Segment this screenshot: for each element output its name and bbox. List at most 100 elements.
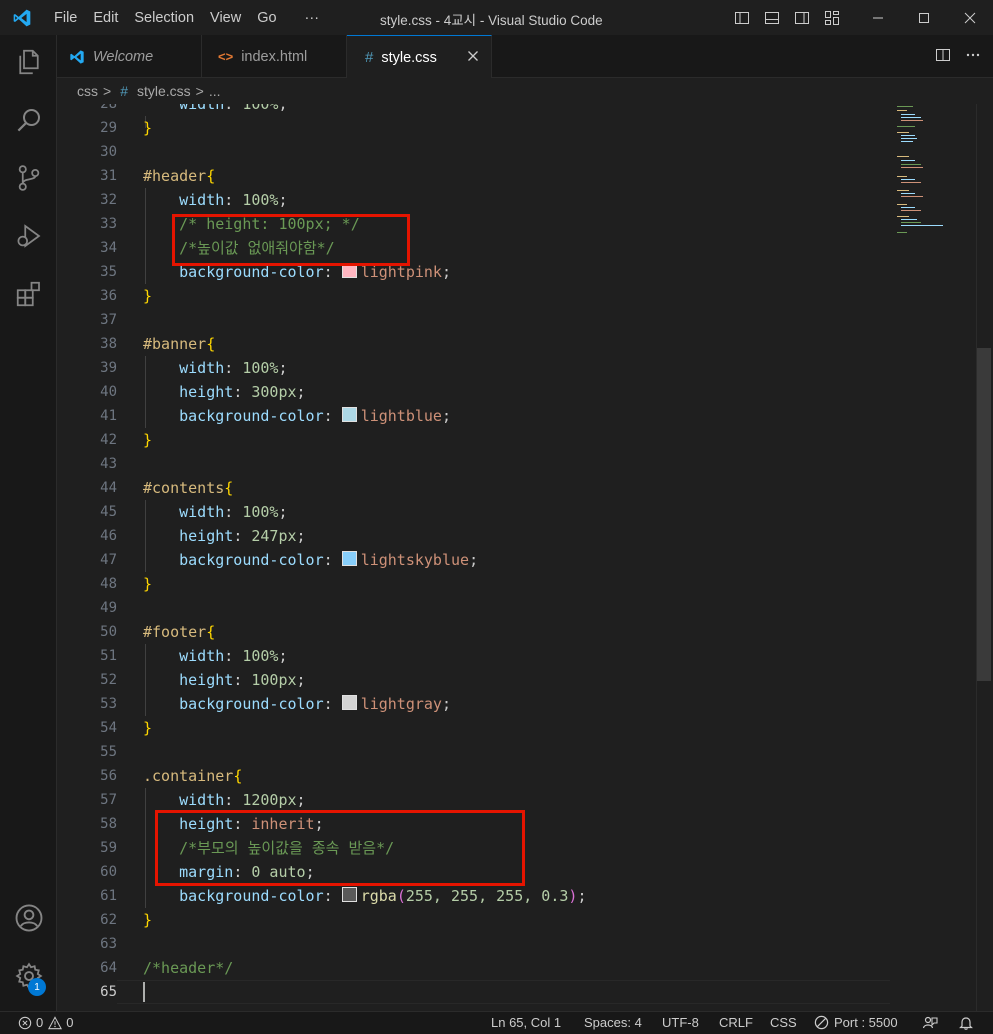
css-hash-icon: # (365, 49, 374, 66)
line-number: 41 (100, 408, 117, 424)
code-line: #contents{ (143, 479, 234, 497)
source-control-icon[interactable] (14, 163, 44, 193)
code-line: width: 100%; (179, 191, 288, 209)
line-number: 46 (100, 528, 117, 544)
live-server-port[interactable]: Port : 5500 (814, 1015, 898, 1030)
code-line: background-color: lightskyblue; (179, 551, 479, 569)
code-line: width: 100%; (179, 647, 288, 665)
no-entry-icon (814, 1015, 829, 1030)
menu-view[interactable]: View (202, 10, 249, 26)
customize-layout-icon[interactable] (824, 10, 840, 26)
minimize-icon (873, 17, 883, 18)
menu-go[interactable]: Go (249, 10, 284, 26)
explorer-icon[interactable] (14, 47, 44, 77)
editor-actions (935, 47, 981, 63)
split-editor-icon[interactable] (935, 47, 951, 63)
code-line: /*header*/ (143, 959, 234, 977)
run-debug-icon[interactable] (14, 221, 44, 251)
cursor-position[interactable]: Ln 65, Col 1 (491, 1015, 561, 1030)
notifications-bell-icon[interactable] (958, 1015, 974, 1031)
toggle-primary-sidebar-icon[interactable] (734, 10, 750, 26)
window-title: style.css - 4교시 - Visual Studio Code (380, 13, 603, 28)
code-line: #header{ (143, 167, 216, 185)
more-actions-icon[interactable] (965, 47, 981, 63)
line-endings[interactable]: CRLF (719, 1015, 753, 1030)
toggle-panel-icon[interactable] (764, 10, 780, 26)
line-number: 35 (100, 264, 117, 280)
menu-more[interactable]: ··· (297, 10, 328, 26)
chevron-right-icon: > (103, 83, 112, 99)
minimize-button[interactable] (855, 0, 901, 35)
line-number: 56 (100, 768, 117, 784)
line-number: 37 (100, 312, 117, 328)
line-number: 38 (100, 336, 117, 352)
tab-style-css[interactable]: # style.css (347, 35, 492, 79)
search-icon[interactable] (14, 105, 44, 135)
feedback-icon[interactable] (922, 1015, 938, 1031)
tab-label: style.css (381, 49, 437, 66)
color-swatch-lightblue[interactable] (341, 407, 357, 422)
line-number: 33 (100, 216, 117, 232)
code-line: } (143, 911, 153, 929)
line-number: 52 (100, 672, 117, 688)
highlight-box-header-comment (172, 214, 410, 266)
error-icon (18, 1016, 32, 1029)
color-swatch-lightskyblue[interactable] (341, 551, 357, 566)
minimap[interactable] (895, 104, 955, 244)
language-mode[interactable]: CSS (770, 1015, 797, 1030)
line-number: 47 (100, 552, 117, 568)
encoding[interactable]: UTF-8 (662, 1015, 699, 1030)
tab-index-html[interactable]: <> index.html (202, 35, 347, 78)
close-tab-icon[interactable] (465, 48, 481, 64)
menu-edit[interactable]: Edit (85, 10, 126, 26)
line-number: 50 (100, 624, 117, 640)
breadcrumb-folder[interactable]: css (77, 83, 98, 99)
close-window-button[interactable] (947, 0, 993, 35)
line-number: 32 (100, 192, 117, 208)
code-line: } (143, 119, 153, 137)
html-icon: <> (218, 49, 234, 64)
vscode-logo-icon (13, 9, 31, 26)
vscode-icon (70, 49, 84, 64)
indentation[interactable]: Spaces: 4 (584, 1015, 642, 1030)
code-line: background-color: lightgray; (179, 695, 451, 713)
code-line: width: 1200px; (179, 791, 306, 809)
tab-welcome[interactable]: Welcome (57, 35, 202, 78)
breadcrumb: css > # style.css > ... (57, 78, 993, 104)
problems-indicator[interactable]: 0 0 (18, 1015, 73, 1030)
settings-badge: 1 (28, 978, 46, 996)
code-line: } (143, 719, 153, 737)
line-number: 61 (100, 888, 117, 904)
line-number-gutter: 28 29 30 31 32 33 34 35 36 37 38 39 40 4… (57, 104, 117, 1004)
code-line-current (143, 980, 586, 1004)
code-editor[interactable]: 28 29 30 31 32 33 34 35 36 37 38 39 40 4… (57, 104, 993, 1011)
color-swatch-lightgray[interactable] (341, 695, 357, 710)
account-icon[interactable] (14, 903, 44, 933)
color-swatch-rgba[interactable] (341, 887, 357, 902)
line-number: 31 (100, 168, 117, 184)
editor-tabs: Welcome <> index.html # style.css (57, 35, 993, 79)
tab-label: index.html (241, 48, 308, 65)
line-number: 29 (100, 120, 117, 136)
line-number: 60 (100, 864, 117, 880)
menu-selection[interactable]: Selection (126, 10, 202, 26)
menu-file[interactable]: File (46, 10, 85, 26)
line-number: 43 (100, 456, 117, 472)
code-line: .container{ (143, 767, 243, 785)
warning-count: 0 (66, 1015, 74, 1030)
toggle-secondary-sidebar-icon[interactable] (794, 10, 810, 26)
line-number: 30 (100, 144, 117, 160)
code-line: #banner{ (143, 335, 216, 353)
code-line: height: 247px; (179, 527, 306, 545)
maximize-button[interactable] (901, 0, 947, 35)
breadcrumb-symbol[interactable]: ... (209, 83, 221, 99)
vertical-scrollbar[interactable] (977, 348, 991, 681)
extensions-icon[interactable] (14, 279, 44, 309)
line-number: 58 (100, 816, 117, 832)
line-number: 62 (100, 912, 117, 928)
breadcrumb-file[interactable]: style.css (137, 83, 191, 99)
